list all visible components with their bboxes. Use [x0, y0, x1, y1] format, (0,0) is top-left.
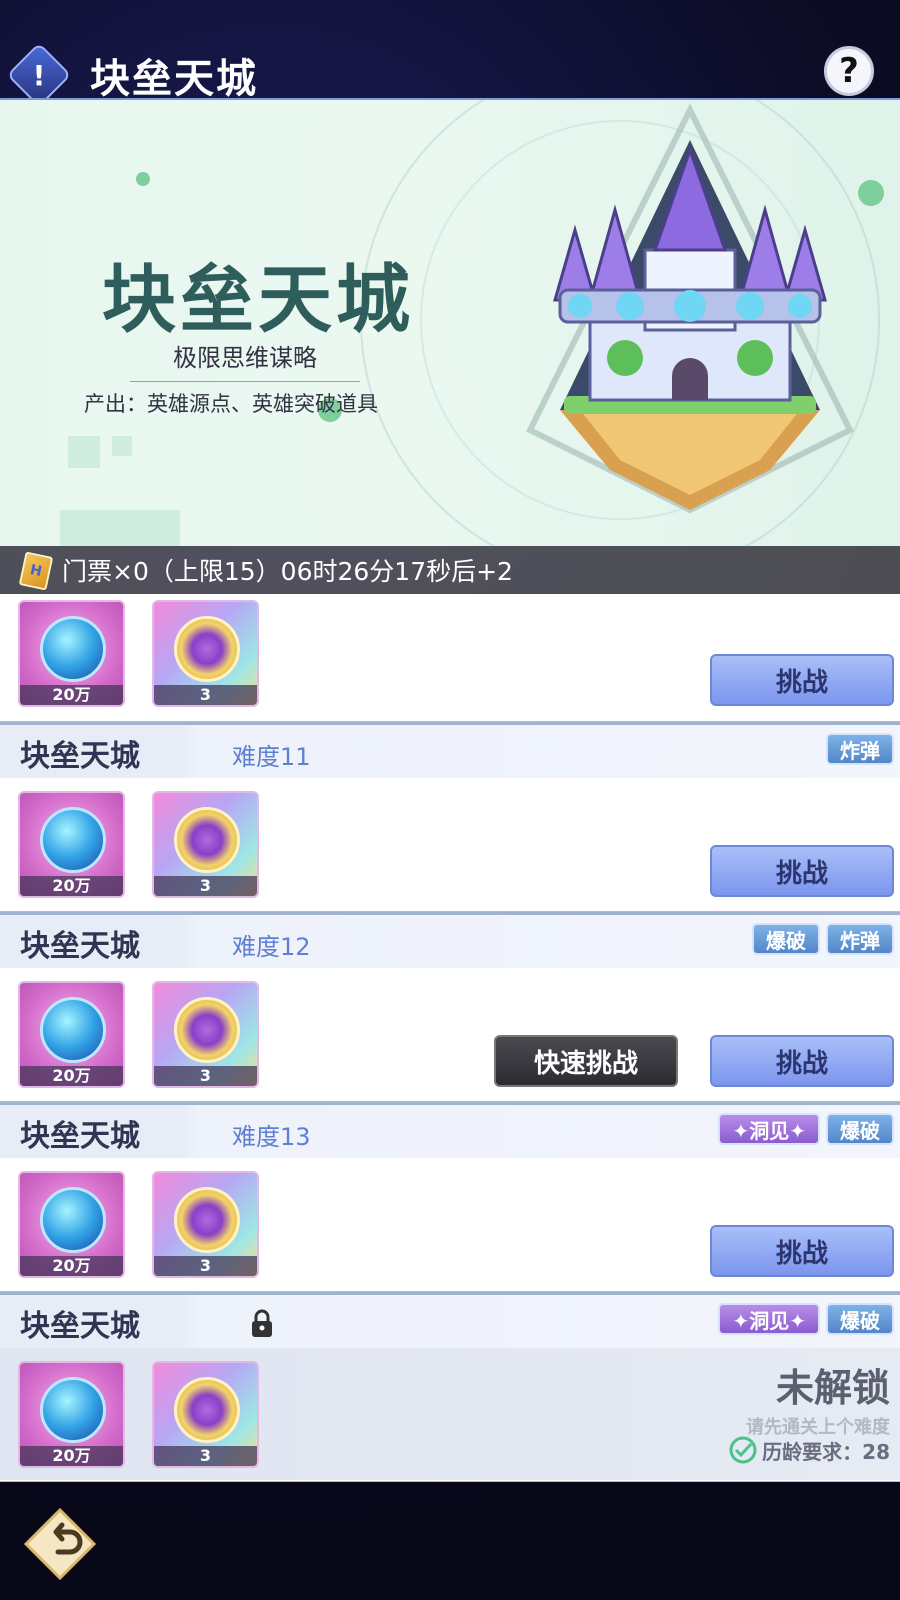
check-icon: [729, 1436, 757, 1464]
reward-breakthrough[interactable]: 3: [152, 981, 259, 1088]
challenge-button[interactable]: 挑战: [710, 845, 894, 897]
banner-title: 块垒天城: [102, 257, 414, 343]
stage-card: 块垒天城 难度12 爆破 炸弹 20万 3 快速挑战 挑战: [0, 912, 900, 1102]
reward-hero-source[interactable]: 20万: [18, 981, 125, 1088]
reward-breakthrough[interactable]: 3: [152, 1171, 259, 1278]
tag-bomb[interactable]: 炸弹: [826, 923, 894, 955]
lock-icon: [252, 1309, 272, 1337]
reward-count: 3: [154, 1256, 257, 1276]
reward-hero-source[interactable]: 20万: [18, 1361, 125, 1468]
stage-card: 20万 3 挑战: [0, 594, 900, 722]
helmet-gem-icon: [40, 1187, 106, 1253]
reward-breakthrough[interactable]: 3: [152, 600, 259, 707]
stage-card: 块垒天城 难度11 炸弹 20万 3 挑战: [0, 722, 900, 912]
crystal-emblem-icon: [174, 616, 240, 682]
crystal-emblem-icon: [174, 997, 240, 1063]
stage-name: 块垒天城: [20, 1309, 140, 1344]
stage-difficulty: 难度12: [232, 933, 311, 961]
stage-tags: 炸弹: [826, 733, 894, 765]
crystal-emblem-icon: [174, 807, 240, 873]
stage-difficulty: 难度11: [232, 743, 311, 771]
reward-hero-source[interactable]: 20万: [18, 1171, 125, 1278]
reward-breakthrough[interactable]: 3: [152, 791, 259, 898]
helmet-gem-icon: [40, 807, 106, 873]
help-button[interactable]: ?: [824, 46, 874, 96]
stage-card-locked: 块垒天城 ✦洞见✦ 爆破 20万 3 未解锁 请先通关上个难度 历龄要求：28: [0, 1292, 900, 1482]
reward-count: 20万: [20, 685, 123, 705]
banner-subtitle: 极限思维谋略: [130, 338, 360, 382]
stage-tags: 爆破 炸弹: [752, 923, 894, 955]
requirement-text: 历龄要求：28: [762, 1439, 890, 1464]
info-icon: !: [32, 58, 46, 92]
banner: 块垒天城 极限思维谋略 产出：英雄源点、英雄突破道具: [0, 98, 900, 546]
stage-header: 块垒天城 难度12 爆破 炸弹: [0, 915, 900, 968]
reward-count: 20万: [20, 1066, 123, 1086]
helmet-gem-icon: [40, 1377, 106, 1443]
tag-bomb[interactable]: 炸弹: [826, 733, 894, 765]
page-title: 块垒天城: [90, 55, 258, 102]
ticket-text: 门票×0（上限15）06时26分17秒后+2: [62, 557, 513, 586]
stage-name: 块垒天城: [20, 739, 140, 774]
back-arrow-icon[interactable]: [20, 1504, 100, 1584]
stage-header: 块垒天城 难度13 ✦洞见✦ 爆破: [0, 1105, 900, 1158]
reward-count: 3: [154, 685, 257, 705]
decor-square: [68, 436, 100, 468]
tag-blast[interactable]: 爆破: [826, 1303, 894, 1335]
decor-dot: [858, 180, 884, 206]
reward-count: 20万: [20, 1446, 123, 1466]
challenge-button[interactable]: 挑战: [710, 1225, 894, 1277]
stage-tags: ✦洞见✦ 爆破: [718, 1113, 894, 1145]
reward-hero-source[interactable]: 20万: [18, 791, 125, 898]
stage-header: 块垒天城 ✦洞见✦ 爆破: [0, 1295, 900, 1348]
top-bar: ! 块垒天城 ?: [0, 0, 900, 108]
stage-tags: ✦洞见✦ 爆破: [718, 1303, 894, 1335]
stage-name: 块垒天城: [20, 929, 140, 964]
reward-count: 20万: [20, 876, 123, 896]
tag-blast[interactable]: 爆破: [752, 923, 820, 955]
crystal-emblem-icon: [174, 1187, 240, 1253]
reward-count: 20万: [20, 1256, 123, 1276]
ticket-bar: H 门票×0（上限15）06时26分17秒后+2: [0, 546, 900, 594]
locked-title: 未解锁: [775, 1365, 890, 1410]
crystal-emblem-icon: [174, 1377, 240, 1443]
challenge-button[interactable]: 挑战: [710, 1035, 894, 1087]
reward-count: 3: [154, 1066, 257, 1086]
stage-header: 块垒天城 难度11 炸弹: [0, 725, 900, 778]
decor-square: [60, 510, 180, 546]
banner-output: 产出：英雄源点、英雄突破道具: [84, 392, 378, 416]
challenge-button[interactable]: 挑战: [710, 654, 894, 706]
tag-insight[interactable]: ✦洞见✦: [718, 1303, 820, 1335]
ticket-icon-letter: H: [28, 561, 44, 581]
helmet-gem-icon: [40, 616, 106, 682]
reward-count: 3: [154, 876, 257, 896]
ticket-icon: H: [18, 551, 54, 591]
stage-difficulty: 难度13: [232, 1123, 311, 1151]
tag-blast[interactable]: 爆破: [826, 1113, 894, 1145]
stage-name: 块垒天城: [20, 1119, 140, 1154]
quick-challenge-button[interactable]: 快速挑战: [494, 1035, 678, 1087]
helmet-gem-icon: [40, 997, 106, 1063]
locked-requirement: 历龄要求：28: [728, 1435, 890, 1465]
stage-card: 块垒天城 难度13 ✦洞见✦ 爆破 20万 3 挑战: [0, 1102, 900, 1292]
question-icon: ?: [839, 51, 859, 91]
reward-count: 3: [154, 1446, 257, 1466]
decor-dot: [136, 172, 150, 186]
castle-icon: [525, 103, 855, 514]
reward-breakthrough[interactable]: 3: [152, 1361, 259, 1468]
decor-square: [112, 436, 132, 456]
reward-hero-source[interactable]: 20万: [18, 600, 125, 707]
tag-insight[interactable]: ✦洞见✦: [718, 1113, 820, 1145]
